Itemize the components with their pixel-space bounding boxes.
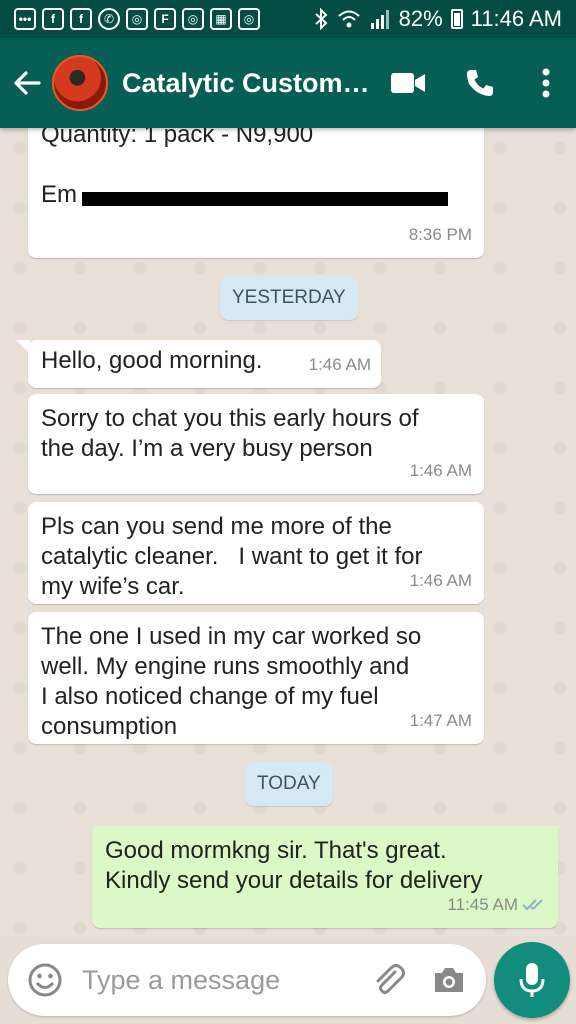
message-text: Good mormkng sir. That's great. Kindly s… <box>105 837 483 894</box>
attach-button[interactable] <box>366 957 412 1003</box>
voice-record-button[interactable] <box>494 942 570 1018</box>
message-time: 1:46 AM <box>409 461 472 480</box>
message-time: 1:47 AM <box>409 711 472 730</box>
battery-icon <box>450 9 463 29</box>
battery-percent: 82% <box>398 6 443 31</box>
smiley-icon <box>28 963 62 997</box>
camera-icon <box>435 968 463 992</box>
emoji-button[interactable] <box>22 957 68 1003</box>
chat-header: Catalytic Custom… <box>0 38 576 128</box>
arrow-left-icon <box>14 71 41 95</box>
more-vertical-icon <box>542 68 550 98</box>
contact-name[interactable]: Catalytic Custom… <box>122 68 372 99</box>
microphone-icon <box>519 963 545 997</box>
message-text: Pls can you send me more of the catalyti… <box>41 513 423 600</box>
double-check-icon <box>522 899 543 911</box>
facebook-icon: f <box>70 8 92 30</box>
calendar-icon: ▦ <box>210 8 232 30</box>
video-call-button[interactable] <box>372 53 444 113</box>
whatsapp-icon: ✆ <box>98 8 120 30</box>
message-text: Sorry to chat you this early hours of th… <box>41 405 419 462</box>
camera-button[interactable] <box>426 957 472 1003</box>
message-bubble-incoming[interactable]: Sorry to chat you this early hours of th… <box>28 394 484 494</box>
flipboard-icon: F <box>154 8 176 30</box>
voice-call-button[interactable] <box>444 53 516 113</box>
video-camera-icon <box>391 73 425 93</box>
date-divider-today: TODAY <box>245 762 333 806</box>
message-bubble-incoming[interactable]: Quantity: 1 pack - N9,900 Em 8:36 PM <box>28 128 484 258</box>
signal-icon <box>369 9 391 29</box>
message-bubble-outgoing[interactable]: Good mormkng sir. That's great. Kindly s… <box>92 826 558 928</box>
message-time: 8:36 PM <box>408 225 472 244</box>
bluetooth-icon <box>313 8 329 30</box>
chat-area[interactable]: Quantity: 1 pack - N9,900 Em 8:36 PM YES… <box>0 128 576 936</box>
message-bubble-incoming[interactable]: Hello, good morning. 1:46 AM <box>28 340 381 388</box>
message-input[interactable] <box>82 964 352 996</box>
message-composer <box>8 944 486 1016</box>
status-bar: ••• f f ✆ ◎ F ◎ ▦ ◎ 82% 11:46 AM <box>0 0 576 38</box>
message-text: The one I used in my car worked so well.… <box>41 623 422 740</box>
wifi-icon <box>337 9 361 29</box>
more-options-button[interactable] <box>516 53 576 113</box>
instagram-icon: ◎ <box>238 8 260 30</box>
message-time-text: 11:45 AM <box>447 895 518 914</box>
redacted-email <box>82 192 448 206</box>
notification-icons: ••• f f ✆ ◎ F ◎ ▦ ◎ <box>14 8 260 30</box>
avatar[interactable] <box>52 55 108 111</box>
message-bubble-incoming[interactable]: Pls can you send me more of the catalyti… <box>28 502 484 604</box>
facebook-icon: f <box>42 8 64 30</box>
clock: 11:46 AM <box>470 6 562 31</box>
phone-icon <box>467 70 493 96</box>
message-time: 1:46 AM <box>308 355 371 374</box>
paperclip-icon <box>376 964 405 994</box>
instagram-icon: ◎ <box>126 8 148 30</box>
whatsapp-icon: ••• <box>14 8 36 30</box>
instagram-icon: ◎ <box>182 8 204 30</box>
message-time: 11:45 AM <box>447 890 548 920</box>
date-divider-yesterday: YESTERDAY <box>220 276 358 320</box>
message-time: 1:46 AM <box>409 571 472 590</box>
message-bubble-incoming[interactable]: The one I used in my car worked so well.… <box>28 612 484 744</box>
back-button[interactable] <box>2 53 52 113</box>
